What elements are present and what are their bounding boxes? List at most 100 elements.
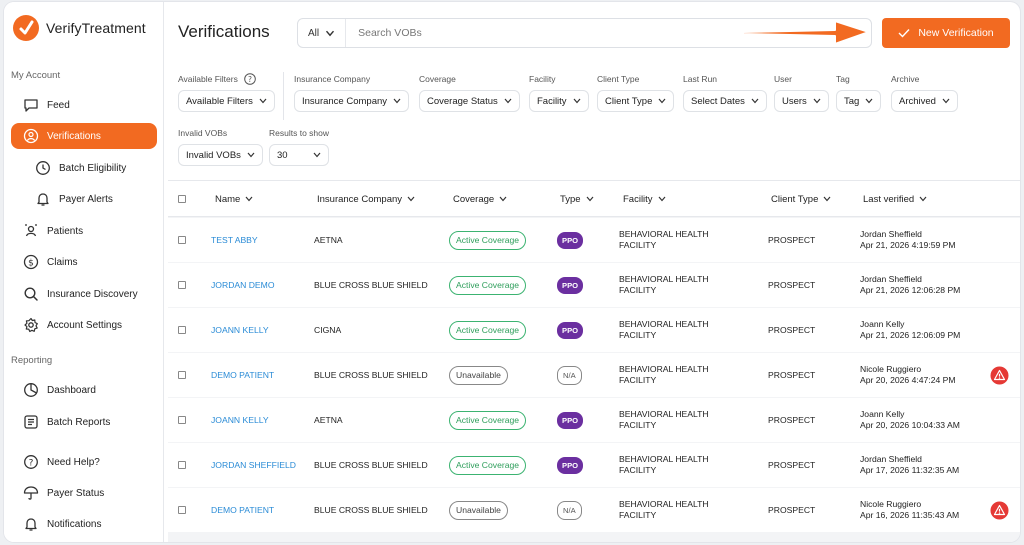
sidebar-item-batch-reports[interactable]: Batch Reports <box>11 409 157 435</box>
filter-label: User <box>774 74 792 84</box>
table-row[interactable]: DEMO PATIENT BLUE CROSS BLUE SHIELD Unav… <box>168 488 1020 532</box>
select-dates-select[interactable]: Select Dates <box>683 90 767 112</box>
select-all-checkbox[interactable] <box>178 181 186 217</box>
row-checkbox[interactable] <box>178 263 186 307</box>
help-icon[interactable]: ? <box>244 73 256 85</box>
type-badge: N/A <box>557 500 582 520</box>
table-row[interactable]: JOANN KELLY CIGNA Active Coverage PPO BE… <box>168 308 1020 352</box>
sidebar-item-account-settings[interactable]: Account Settings <box>11 312 157 338</box>
column-header-name[interactable]: Name <box>215 181 253 217</box>
sidebar-item-insurance-discovery[interactable]: Insurance Discovery <box>11 281 157 307</box>
sidebar-item-label: Claims <box>47 256 78 268</box>
alert-cell <box>990 353 1009 397</box>
sidebar-item-dashboard[interactable]: Dashboard <box>11 377 157 403</box>
search-scope-select[interactable]: All <box>298 19 347 47</box>
tag-select[interactable]: Tag <box>836 90 882 112</box>
facility: BEHAVIORAL HEALTH FACILITY <box>619 229 709 250</box>
column-header-client-type[interactable]: Client Type <box>771 181 831 217</box>
sidebar-item-label: Dashboard <box>47 384 96 396</box>
filter-user: User Users <box>774 72 829 112</box>
users-select[interactable]: Users <box>774 90 829 112</box>
table-row[interactable]: DEMO PATIENT BLUE CROSS BLUE SHIELD Unav… <box>168 353 1020 397</box>
alert-icon[interactable] <box>990 501 1009 520</box>
coverage-badge: Active Coverage <box>449 410 527 430</box>
logo-icon <box>13 15 39 41</box>
list-icon <box>23 414 39 430</box>
new-verification-label: New Verification <box>918 27 994 39</box>
type-badge: PPO <box>557 276 584 294</box>
row-checkbox[interactable] <box>178 308 186 352</box>
column-header-last-verified[interactable]: Last verified <box>863 181 927 217</box>
new-verification-button[interactable]: New Verification <box>882 18 1010 48</box>
column-header-coverage[interactable]: Coverage <box>453 181 507 217</box>
pie-chart-icon <box>23 382 39 398</box>
coverage-status-select[interactable]: Coverage Status <box>419 90 520 112</box>
column-header-type[interactable]: Type <box>560 181 594 217</box>
facility: BEHAVIORAL HEALTH FACILITY <box>619 364 709 385</box>
brand[interactable]: VerifyTreatment <box>12 14 146 42</box>
patient-name-link[interactable]: JORDAN SHEFFIELD <box>211 443 301 487</box>
patient-name-link[interactable]: DEMO PATIENT <box>211 488 301 532</box>
bell-icon <box>23 516 39 532</box>
table-row[interactable]: JORDAN SHEFFIELD BLUE CROSS BLUE SHIELD … <box>168 443 1020 487</box>
select-value: Archived <box>899 95 936 107</box>
chevron-down-icon <box>919 196 927 202</box>
chevron-down-icon <box>313 152 321 158</box>
client-type-select[interactable]: Client Type <box>597 90 675 112</box>
patient-name-link[interactable]: TEST ABBY <box>211 218 301 262</box>
coverage-cell: Active Coverage <box>449 263 527 307</box>
table-row[interactable]: JOANN KELLY AETNA Active Coverage PPO BE… <box>168 398 1020 442</box>
available-filters-select[interactable]: Available Filters <box>178 90 275 112</box>
sidebar-item-claims[interactable]: $ Claims <box>11 249 157 275</box>
row-checkbox[interactable] <box>178 398 186 442</box>
client-type: PROSPECT <box>768 504 816 515</box>
verifications-table: Name Insurance Company Coverage Type Fac… <box>168 180 1020 542</box>
insurance-company: CIGNA <box>314 324 342 335</box>
verified-at: Apr 21, 2026 12:06:28 PM <box>860 285 961 295</box>
last-verified: Joann Kelly Apr 21, 2026 12:06:09 PM <box>860 308 975 352</box>
sidebar-item-batch-eligibility[interactable]: Batch Eligibility <box>11 155 157 181</box>
sidebar-item-label: Payer Status <box>47 487 105 499</box>
sidebar-item-notifications[interactable]: Notifications <box>11 511 157 537</box>
archived-select[interactable]: Archived <box>891 90 958 112</box>
table-header: Name Insurance Company Coverage Type Fac… <box>168 181 1020 217</box>
row-checkbox[interactable] <box>178 443 186 487</box>
verified-at: Apr 17, 2026 11:32:35 AM <box>860 465 960 475</box>
alert-icon[interactable] <box>990 366 1009 385</box>
sidebar-item-payer-alerts[interactable]: Payer Alerts <box>11 186 157 212</box>
sidebar-item-label: Batch Reports <box>47 416 111 428</box>
facility-select[interactable]: Facility <box>529 90 589 112</box>
invalid-vobs-select[interactable]: Invalid VOBs <box>178 144 263 166</box>
filter-label: Last Run <box>683 74 718 84</box>
patient-name-link[interactable]: JOANN KELLY <box>211 308 301 352</box>
sidebar-item-need-help[interactable]: ? Need Help? <box>11 449 157 475</box>
table-row[interactable]: JORDAN DEMO BLUE CROSS BLUE SHIELD Activ… <box>168 263 1020 307</box>
sidebar-item-feed[interactable]: Feed <box>11 92 157 118</box>
sidebar-item-payer-status[interactable]: Payer Status <box>11 480 157 506</box>
chevron-down-icon <box>504 98 512 104</box>
filter-label: Results to show <box>269 128 329 138</box>
page-title: Verifications <box>178 22 270 41</box>
coverage-cell: Active Coverage <box>449 308 527 352</box>
column-header-insurance-company[interactable]: Insurance Company <box>317 181 415 217</box>
insurance-company: BLUE CROSS BLUE SHIELD <box>314 504 428 515</box>
svg-text:?: ? <box>29 459 34 469</box>
patient-name-link[interactable]: DEMO PATIENT <box>211 353 301 397</box>
patient-name-link[interactable]: JORDAN DEMO <box>211 263 301 307</box>
insurance-company-select[interactable]: Insurance Company <box>294 90 410 112</box>
row-checkbox[interactable] <box>178 353 186 397</box>
results-to-show-select[interactable]: 30 <box>269 144 329 166</box>
table-row[interactable]: TEST ABBY AETNA Active Coverage PPO BEHA… <box>168 218 1020 262</box>
sidebar-item-verifications[interactable]: Verifications <box>11 123 157 149</box>
sidebar-item-patients[interactable]: Patients <box>11 218 157 244</box>
column-header-facility[interactable]: Facility <box>623 181 666 217</box>
alert-cell <box>990 488 1009 532</box>
row-checkbox[interactable] <box>178 488 186 532</box>
type-cell: PPO <box>557 263 584 307</box>
row-checkbox[interactable] <box>178 218 186 262</box>
facility: BEHAVIORAL HEALTH FACILITY <box>619 274 709 295</box>
patient-name-link[interactable]: JOANN KELLY <box>211 398 301 442</box>
filter-results-to-show: Results to show 30 <box>269 126 329 166</box>
dollar-icon: $ <box>23 254 39 270</box>
verified-at: Apr 21, 2026 12:06:09 PM <box>860 330 961 340</box>
